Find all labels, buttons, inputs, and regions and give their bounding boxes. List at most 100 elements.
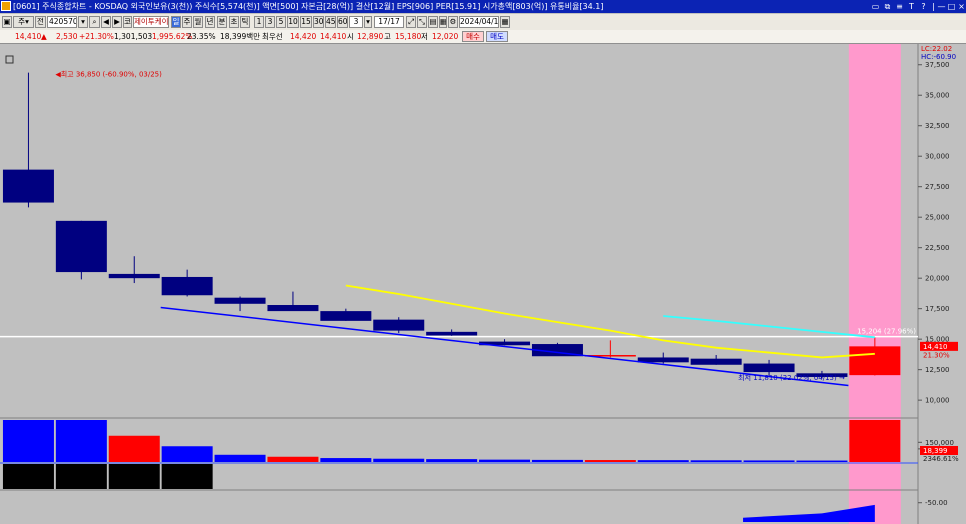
volume-bar[interactable] xyxy=(161,446,213,462)
open-label: 시 xyxy=(347,32,354,41)
price-tick-label: 12,500 xyxy=(925,366,950,374)
high-annotation: ◀최고 36,850 (-60.90%, 03/25) xyxy=(55,70,162,79)
restore-layout-icon[interactable]: ▭ xyxy=(870,0,881,13)
reference-annotation: 15,204 (27.96%) xyxy=(857,328,916,336)
interval-1-button[interactable]: 1 xyxy=(254,16,264,28)
period-tick-button[interactable]: 틱 xyxy=(240,16,250,28)
candle-body[interactable] xyxy=(373,319,425,331)
count-dropdown-icon[interactable]: ▾ xyxy=(364,16,372,28)
save-icon[interactable]: ▤ xyxy=(428,16,438,28)
volume-bar[interactable] xyxy=(796,460,848,462)
period-month-button[interactable]: 월 xyxy=(193,16,203,28)
count-input[interactable]: 3 xyxy=(349,16,363,28)
candle-body[interactable] xyxy=(55,220,107,273)
volume-bar[interactable] xyxy=(55,420,107,462)
date-input[interactable]: 2024/04/17 xyxy=(459,16,499,28)
app-icon xyxy=(1,1,11,11)
price-tick-label: 27,500 xyxy=(925,183,950,191)
period-second-button[interactable]: 초 xyxy=(229,16,239,28)
candle-body[interactable] xyxy=(161,276,213,296)
interval-60-button[interactable]: 60 xyxy=(337,16,348,28)
candle-body[interactable] xyxy=(214,297,266,304)
candle-body[interactable] xyxy=(426,331,478,336)
price-tick-label: 35,000 xyxy=(925,92,950,100)
zoom-in-icon[interactable]: ⤢ xyxy=(406,16,416,28)
stock-type-button[interactable]: 전 xyxy=(35,16,46,28)
mode-select[interactable]: 주▾ xyxy=(13,16,34,28)
volume-bar[interactable] xyxy=(743,460,795,462)
volume-bar[interactable] xyxy=(479,459,531,462)
price-tick-label: 25,000 xyxy=(925,214,950,222)
range-field[interactable]: 17/17 xyxy=(374,16,404,28)
market-label: 코 xyxy=(123,16,132,28)
prev-stock-icon[interactable]: ◀ xyxy=(101,16,111,28)
volume-bar[interactable] xyxy=(214,454,266,462)
volume-bar[interactable] xyxy=(2,420,54,462)
interval-30-button[interactable]: 30 xyxy=(313,16,324,28)
volume-tick-label: 150,000 xyxy=(925,439,954,447)
volume-bar[interactable] xyxy=(108,435,160,462)
period-minute-button[interactable]: 분 xyxy=(217,16,227,28)
volume-bar[interactable] xyxy=(531,459,583,462)
turnover-rate: 23.35% xyxy=(187,32,216,41)
candle-body[interactable] xyxy=(743,363,795,373)
candle-body[interactable] xyxy=(690,358,742,365)
close-icon[interactable]: × xyxy=(956,0,966,13)
candle-body[interactable] xyxy=(108,273,160,279)
interval-3-button[interactable]: 3 xyxy=(265,16,275,28)
candle-body[interactable] xyxy=(267,305,319,312)
high-label: 고 xyxy=(384,32,391,41)
interval-10-button[interactable]: 10 xyxy=(287,16,299,28)
font-icon[interactable]: T xyxy=(906,0,917,13)
code-dropdown-icon[interactable]: ▾ xyxy=(78,16,88,28)
price-tick-label: 32,500 xyxy=(925,122,950,130)
price-tick-label: 20,000 xyxy=(925,275,950,283)
panel-icon[interactable]: ▣ xyxy=(2,16,12,28)
buy-button[interactable]: 매수 xyxy=(462,31,484,42)
period-year-button[interactable]: 년 xyxy=(205,16,215,28)
stock-name-field[interactable]: 제이투케이 xyxy=(133,16,169,28)
current-volume-label: 18,399 xyxy=(923,447,948,455)
price-tick-label: 30,000 xyxy=(925,153,950,161)
menu-icon[interactable]: ≡ xyxy=(894,0,905,13)
volume-bar[interactable] xyxy=(320,458,372,462)
zoom-out-icon[interactable]: ⤡ xyxy=(417,16,427,28)
interval-5-button[interactable]: 5 xyxy=(276,16,286,28)
window-copy-icon[interactable]: ⧉ xyxy=(882,0,893,13)
sell-button[interactable]: 매도 xyxy=(486,31,508,42)
window-title: [0601] 주식종합차트 - KOSDAQ 외국인보유(3(천)) 주식수[5… xyxy=(13,2,604,11)
print-icon[interactable]: ▦ xyxy=(439,16,447,28)
sub-volume-block xyxy=(108,464,160,489)
low-label: 저 xyxy=(421,32,428,41)
candle-body[interactable] xyxy=(320,311,372,321)
settings-icon[interactable]: ⚙ xyxy=(448,16,458,28)
stock-code-input[interactable]: 420570 xyxy=(47,16,77,28)
candle-body[interactable] xyxy=(637,357,689,363)
volume-bar[interactable] xyxy=(584,460,636,462)
volume-bar[interactable] xyxy=(373,458,425,462)
interval-45-button[interactable]: 45 xyxy=(325,16,336,28)
calendar-icon[interactable]: ▦ xyxy=(500,16,510,28)
period-day-button[interactable]: 일 xyxy=(171,16,181,28)
low-annotation: 최저 11,810 (22.02%, 04/15) → xyxy=(738,373,845,382)
candle-body[interactable] xyxy=(849,346,901,376)
chart-options-icon[interactable] xyxy=(5,55,14,64)
volume-bar[interactable] xyxy=(849,420,901,462)
volume-bar[interactable] xyxy=(637,460,689,462)
sub-volume-block xyxy=(55,464,107,489)
ask-price: 14,420 xyxy=(290,32,317,41)
price-change: 2,530 xyxy=(56,32,78,41)
next-stock-icon[interactable]: ▶ xyxy=(112,16,122,28)
current-price: 14,410 xyxy=(15,32,42,41)
volume-bar[interactable] xyxy=(426,459,478,462)
volume-bar[interactable] xyxy=(690,460,742,462)
interval-15-button[interactable]: 15 xyxy=(300,16,312,28)
candle-body[interactable] xyxy=(2,169,54,203)
period-week-button[interactable]: 주 xyxy=(182,16,192,28)
current-price-label: 14,410 xyxy=(923,343,948,351)
trade-amount: 18,399백만 xyxy=(220,32,261,41)
stock-chart[interactable]: 10,00012,50015,00017,50020,00022,50025,0… xyxy=(0,44,966,524)
volume-bar[interactable] xyxy=(267,456,319,462)
current-volume-percent: 2346.61% xyxy=(923,455,959,463)
search-icon[interactable]: ⌕ xyxy=(89,16,100,28)
